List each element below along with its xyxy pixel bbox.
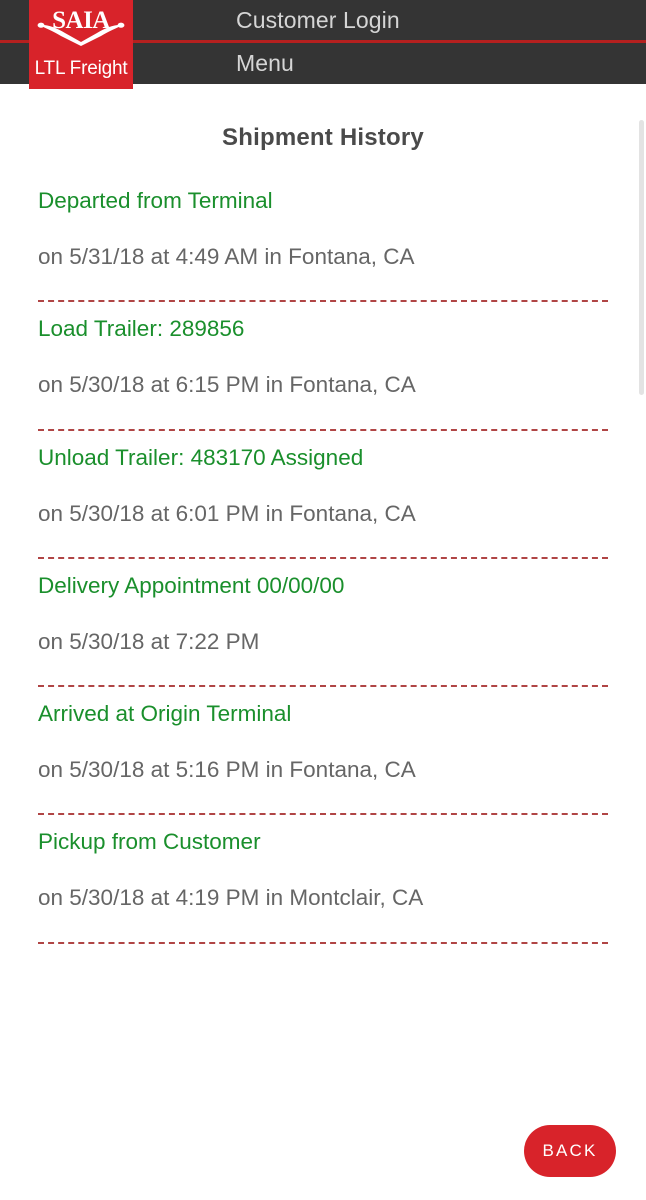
entry-detail: on 5/30/18 at 6:15 PM in Fontana, CA bbox=[38, 372, 416, 398]
entry-status: Departed from Terminal bbox=[38, 188, 273, 213]
saia-logo[interactable]: SAIA LTL Freight bbox=[29, 0, 133, 89]
logo-wordmark-block: SAIA bbox=[29, 0, 133, 48]
entry-detail: on 5/30/18 at 4:19 PM in Montclair, CA bbox=[38, 885, 424, 911]
history-entry: Unload Trailer: 483170 Assigned on 5/30/… bbox=[0, 431, 646, 528]
entry-status: Arrived at Origin Terminal bbox=[38, 701, 292, 726]
logo-tagline-block: LTL Freight bbox=[29, 48, 133, 89]
page-title: Shipment History bbox=[222, 124, 424, 151]
nav-item-menu[interactable]: Menu bbox=[236, 52, 294, 75]
nav-item-customer-login[interactable]: Customer Login bbox=[236, 9, 400, 32]
history-entry: Arrived at Origin Terminal on 5/30/18 at… bbox=[0, 687, 646, 784]
shipment-history-list: Departed from Terminal on 5/31/18 at 4:4… bbox=[0, 174, 646, 944]
history-entry: Departed from Terminal on 5/31/18 at 4:4… bbox=[0, 174, 646, 271]
entry-detail: on 5/31/18 at 4:49 AM in Fontana, CA bbox=[38, 244, 415, 270]
entry-detail: on 5/30/18 at 7:22 PM bbox=[38, 628, 260, 654]
back-button[interactable]: BACK bbox=[524, 1125, 616, 1177]
entry-status: Delivery Appointment 00/00/00 bbox=[38, 572, 345, 598]
entry-separator bbox=[38, 941, 608, 944]
entry-status: Unload Trailer: 483170 Assigned bbox=[38, 444, 364, 470]
logo-tagline-text: LTL Freight bbox=[34, 58, 128, 79]
history-entry: Delivery Appointment 00/00/00 on 5/30/18… bbox=[0, 559, 646, 656]
scrollbar-track[interactable] bbox=[636, 84, 646, 1200]
history-entry: Pickup from Customer on 5/30/18 at 4:19 … bbox=[0, 815, 646, 912]
entry-detail: on 5/30/18 at 6:01 PM in Fontana, CA bbox=[38, 500, 416, 526]
entry-status: Load Trailer: 289856 bbox=[38, 316, 245, 342]
scrollbar-thumb[interactable] bbox=[639, 120, 644, 395]
history-entry: Load Trailer: 289856 on 5/30/18 at 6:15 … bbox=[0, 302, 646, 399]
entry-detail: on 5/30/18 at 5:16 PM in Fontana, CA bbox=[38, 757, 416, 783]
logo-swoosh-icon bbox=[37, 22, 125, 46]
entry-status: Pickup from Customer bbox=[38, 829, 261, 855]
